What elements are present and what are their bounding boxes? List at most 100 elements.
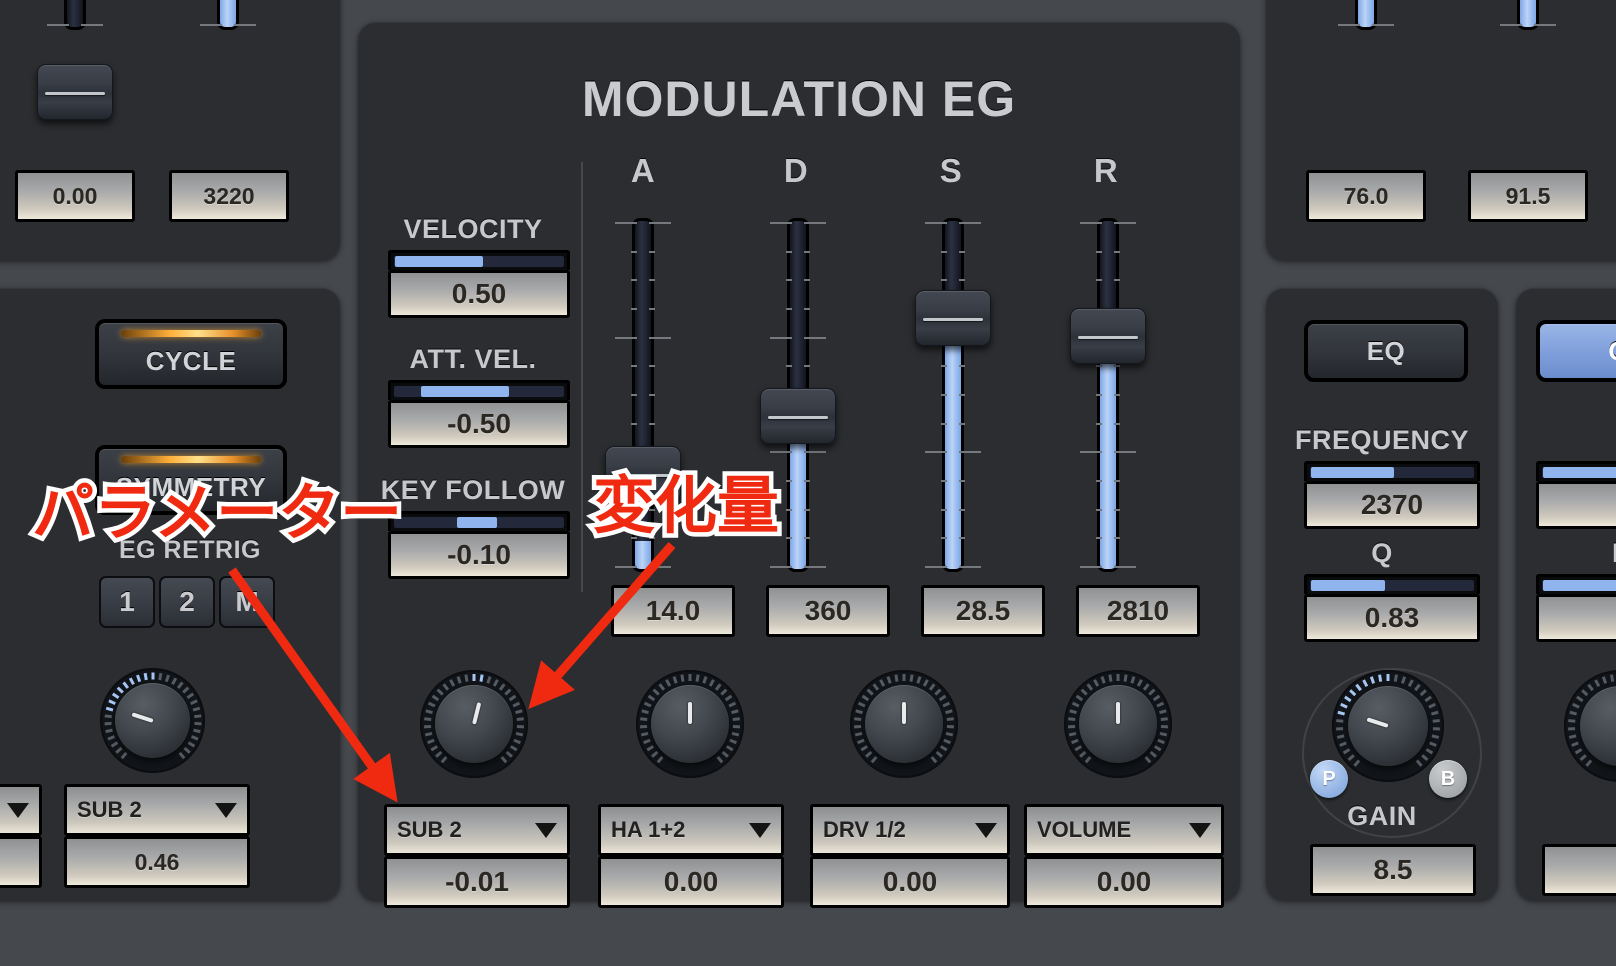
adsr-value-d[interactable]: 360 (766, 585, 890, 637)
fader-ticks-left (921, 222, 947, 568)
gain-bypass-badge[interactable]: B (1429, 760, 1467, 798)
frequency-slider[interactable] (1304, 461, 1480, 481)
mod-combo-2[interactable]: HA 1+2 (598, 804, 784, 856)
fader-handle[interactable] (915, 290, 991, 346)
far-right-slider-1[interactable] (1536, 461, 1616, 481)
knob-pointer (688, 702, 692, 724)
fader-ticks-right (234, 0, 260, 26)
knob-pointer (1116, 702, 1120, 724)
chevron-down-icon (535, 822, 557, 838)
far-right-value-3[interactable] (1542, 844, 1616, 896)
fader-ticks-right (959, 222, 985, 568)
fader-left-1-value[interactable]: 0.00 (15, 170, 135, 222)
mod-knob-2[interactable] (636, 670, 744, 778)
fader-ticks-right (1372, 0, 1398, 26)
value-left-b[interactable]: 0.46 (64, 836, 250, 888)
mod-combo-3[interactable]: DRV 1/2 (810, 804, 1010, 856)
fader-ticks-left (1496, 0, 1522, 26)
fader-ticks-right (1114, 222, 1140, 568)
gain-label: GAIN (1347, 801, 1417, 831)
eg-retrig-1[interactable]: 1 (99, 576, 155, 628)
fader-ticks-left (196, 0, 222, 26)
gain-value[interactable]: 8.5 (1310, 844, 1476, 896)
mod-knob-1[interactable] (420, 670, 528, 778)
eg-retrig-m[interactable]: M (219, 576, 275, 628)
fader-ticks-right (81, 0, 107, 26)
far-right-value-1[interactable] (1536, 481, 1616, 529)
fader-ticks-left (1334, 0, 1360, 26)
value-left-a[interactable]: 0.10 (0, 836, 42, 888)
chevron-down-icon (7, 802, 29, 818)
cut-button[interactable]: C (1536, 320, 1616, 382)
knob-left-b[interactable] (100, 668, 205, 773)
fader-ticks-right (649, 222, 675, 568)
page-title: MODULATION EG (581, 71, 1017, 127)
cut-button-label: C (1608, 336, 1616, 367)
adsr-value-a[interactable]: 14.0 (611, 585, 735, 637)
chevron-down-icon (1189, 822, 1211, 838)
modulation-eg-panel: MODULATION EG VELOCITY 0.50 ATT. VEL. -0… (358, 22, 1240, 908)
panel-divider (581, 162, 583, 592)
combo-left-a[interactable]: 1 (0, 784, 42, 836)
gain-preset-badge-label: P (1322, 767, 1336, 790)
fader-left-2-value[interactable]: 3220 (169, 170, 289, 222)
left-bottom-panel: CYCLE SYMMETRY EG RETRIG 1 2 M 1 (0, 288, 340, 900)
eq-button[interactable]: EQ (1304, 320, 1468, 382)
mod-value-3[interactable]: 0.00 (810, 856, 1010, 908)
gain-preset-badge[interactable]: P (1310, 760, 1348, 798)
velocity-slider[interactable] (388, 250, 570, 270)
att-vel-slider[interactable] (388, 380, 570, 400)
fader-handle[interactable] (37, 64, 113, 120)
mod-value-1[interactable]: -0.01 (384, 856, 570, 908)
far-right-value-2[interactable] (1536, 594, 1616, 642)
mod-value-2[interactable]: 0.00 (598, 856, 784, 908)
gain-knob[interactable] (1332, 670, 1444, 782)
fader-right-2-value[interactable]: 91.5 (1468, 170, 1588, 222)
symmetry-button[interactable]: SYMMETRY (95, 445, 287, 515)
fader-right-1-value[interactable]: 76.0 (1306, 170, 1426, 222)
eg-retrig-2[interactable]: 2 (159, 576, 215, 628)
left-top-panel: 0.00 3220 (0, 0, 340, 260)
mod-knob-3[interactable] (850, 670, 958, 778)
velocity-value[interactable]: 0.50 (388, 270, 570, 318)
cycle-button[interactable]: CYCLE (95, 319, 287, 389)
chevron-down-icon (749, 822, 771, 838)
adsr-value-r[interactable]: 2810 (1076, 585, 1200, 637)
frequency-value[interactable]: 2370 (1304, 481, 1480, 529)
q-value[interactable]: 0.83 (1304, 594, 1480, 642)
combo-left-b-label: SUB 2 (77, 797, 142, 822)
cycle-button-label: CYCLE (145, 345, 237, 376)
fader-handle[interactable] (605, 446, 681, 502)
key-follow-value[interactable]: -0.10 (388, 531, 570, 579)
mod-combo-4-label: VOLUME (1037, 817, 1132, 842)
eg-retrig-label: EG RETRIG (118, 536, 261, 564)
mod-combo-2-label: HA 1+2 (611, 817, 686, 842)
adsr-letter-r: R (1093, 152, 1119, 189)
fader-ticks-left (611, 222, 637, 568)
adsr-letter-d: D (783, 152, 809, 189)
mod-value-4[interactable]: 0.00 (1024, 856, 1224, 908)
right-bottom-panel: EQ FREQUENCY 2370 Q 0.83 P B GAIN 8.5 (1266, 288, 1498, 900)
far-right-panel: C D (1516, 288, 1616, 900)
knob-pointer (902, 702, 906, 724)
frequency-label: FREQUENCY (1294, 425, 1469, 455)
mod-combo-1-label: SUB 2 (397, 817, 462, 842)
fader-ticks-left (1076, 222, 1102, 568)
fader-handle[interactable] (1070, 308, 1146, 364)
fader-handle[interactable] (760, 388, 836, 444)
fader-ticks-left (43, 0, 69, 26)
eg-retrig-1-label: 1 (119, 586, 135, 617)
mod-knob-4[interactable] (1064, 670, 1172, 778)
mod-combo-1[interactable]: SUB 2 (384, 804, 570, 856)
combo-left-b[interactable]: SUB 2 (64, 784, 250, 836)
far-right-slider-2[interactable] (1536, 574, 1616, 594)
far-right-knob[interactable] (1564, 670, 1616, 782)
mod-combo-4[interactable]: VOLUME (1024, 804, 1224, 856)
adsr-value-s[interactable]: 28.5 (921, 585, 1045, 637)
adsr-letter-a: A (630, 152, 656, 189)
att-vel-value[interactable]: -0.50 (388, 400, 570, 448)
q-slider[interactable] (1304, 574, 1480, 594)
far-right-d-label: D (1516, 538, 1616, 569)
velocity-label: VELOCITY (403, 214, 543, 244)
key-follow-slider[interactable] (388, 511, 570, 531)
